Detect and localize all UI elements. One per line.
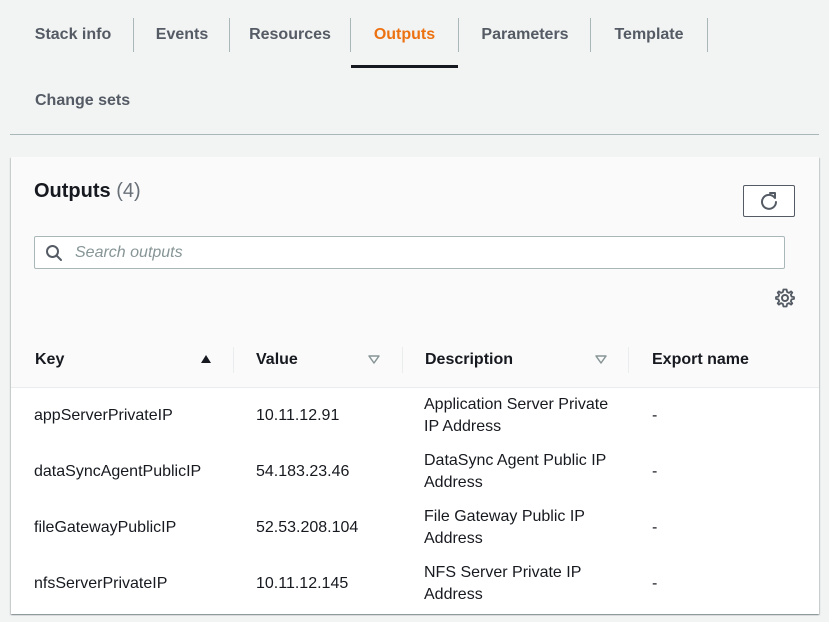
row-value: 52.53.208.104 [256,519,359,536]
row-export-name: - [652,519,658,536]
row-description: File Gateway Public IP Address [424,508,585,547]
table-header: Key Value Description Export name [11,332,819,388]
refresh-icon [761,192,777,210]
row-key: fileGatewayPublicIP [34,519,177,536]
tab-resources[interactable]: Resources [240,18,340,52]
search-box [34,236,785,269]
caret-up-icon[interactable] [199,352,213,366]
column-header-description[interactable]: Description [425,332,605,387]
column-label: Value [256,350,298,368]
row-key: dataSyncAgentPublicIP [34,463,202,480]
gear-icon[interactable] [774,287,796,309]
row-export-name: - [652,575,658,592]
column-label: Description [425,350,514,368]
search-input[interactable] [73,242,767,263]
table-row: appServerPrivateIP 10.11.12.91 Applicati… [11,388,819,445]
column-divider [402,347,403,373]
row-description: NFS Server Private IP Address [424,564,582,603]
row-value: 10.11.12.145 [256,575,349,592]
row-description: DataSync Agent Public IP Address [424,452,607,491]
row-value: 10.11.12.91 [256,407,340,424]
column-header-key[interactable]: Key [35,332,225,387]
table-row: dataSyncAgentPublicIP 54.183.23.46 DataS… [11,444,819,501]
caret-down-outline-icon[interactable] [367,352,381,366]
tab-outputs[interactable]: Outputs [351,18,458,52]
panel-title: Outputs (4) [34,180,141,203]
tab-bar: Stack info Events Resources Outputs Para… [10,0,819,135]
tab-parameters[interactable]: Parameters [469,18,581,52]
outputs-count: (4) [116,180,141,202]
tab-stack-info[interactable]: Stack info [24,18,122,52]
tab-divider [229,18,230,52]
row-description: Application Server Private IP Address [424,396,609,435]
column-header-export-name: Export name [652,332,812,387]
panel-title-text: Outputs [34,180,111,202]
table-row: fileGatewayPublicIP 52.53.208.104 File G… [11,500,819,557]
search-icon [35,244,73,262]
row-key: appServerPrivateIP [34,407,173,424]
refresh-button[interactable] [743,185,795,217]
tab-template[interactable]: Template [601,18,697,52]
column-label: Key [35,350,65,368]
panel-header: Outputs (4) [11,157,819,333]
row-value: 54.183.23.46 [256,463,350,480]
tab-divider [458,18,459,52]
tab-change-sets[interactable]: Change sets [24,84,134,118]
table-row: nfsServerPrivateIP 10.11.12.145 NFS Serv… [11,556,819,612]
outputs-panel: Outputs (4) Key [11,157,819,614]
tab-divider [590,18,591,52]
row-export-name: - [652,407,658,424]
tab-events[interactable]: Events [144,18,220,52]
tab-divider [133,18,134,52]
row-export-name: - [652,463,658,480]
column-divider [233,347,234,373]
column-divider [628,347,629,373]
row-key: nfsServerPrivateIP [34,575,168,592]
tab-divider [707,18,708,52]
caret-down-outline-icon[interactable] [594,352,608,366]
column-label: Export name [652,350,749,368]
active-tab-indicator [351,65,458,68]
